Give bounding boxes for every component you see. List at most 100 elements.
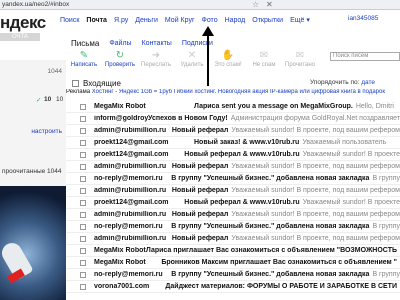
message-sender[interactable]: admin@rubimillion.ru [94,163,172,170]
tab-2[interactable]: Контакты [137,38,177,50]
message-sender[interactable]: no-reply@memori.ru [94,271,171,278]
message-row[interactable]: MegaMix Robot Бронников Максим приглашает… [66,257,400,269]
sort-value[interactable]: дате [361,79,375,86]
tab-0[interactable]: Письма [66,38,104,50]
nav-item[interactable]: Почта [86,17,107,24]
message-row[interactable]: proekt124@gmail.com Новый заказ! & www.v1… [66,137,400,149]
message-checkbox[interactable] [80,271,86,278]
menu-wrench-icon[interactable]: ✕ [266,0,273,9]
message-checkbox[interactable] [80,247,86,254]
bookmark-star-icon[interactable]: ☆ [252,0,259,9]
message-row[interactable]: proekt124@gmail.com Новый реферал & www.v… [66,149,400,161]
sort-control[interactable]: Упорядочить по: дате [310,79,375,86]
message-sender[interactable]: proekt124@gmail.com [94,151,184,158]
message-checkbox[interactable] [80,103,86,110]
nav-item[interactable]: Мой Круг [165,17,195,24]
message-row[interactable]: proekt124@gmail.com Новый реферал & www.v… [66,197,400,209]
message-row[interactable]: admin@rubimillion.ru Новый реферал Уважаем… [66,125,400,137]
message-checkbox[interactable] [80,163,86,170]
user-name[interactable]: ian345085 [348,15,378,22]
tab-1[interactable]: Файлы [104,38,136,50]
mail-search-input[interactable]: Поиск писем [330,52,400,61]
message-checkbox[interactable] [80,199,86,206]
message-sender[interactable]: proekt124@gmail.com [94,139,194,146]
message-sender[interactable]: MegaMix Robot [94,247,146,254]
message-subject[interactable]: Новый реферал & www.v10rub.ru [184,199,299,206]
toolbar-button-2[interactable]: ➜ Переслать [138,50,174,74]
message-sender[interactable]: vorona7001.com [94,283,165,290]
message-checkbox[interactable] [80,211,86,218]
message-subject[interactable]: Новый реферал [172,211,229,218]
toolbar-button-5[interactable]: ✉ Не спам [246,50,282,74]
message-subject[interactable]: Лариса приглашает Вас ознакомиться с объ… [146,247,397,254]
message-row[interactable]: inform@goldroyal.netУспехов в Новом Году… [66,113,400,125]
ad-banner[interactable]: Реклама Хостинг - Яндекс 1Gb = 1руб Гибк… [66,89,400,98]
select-all-checkbox[interactable] [72,80,79,87]
message-checkbox[interactable] [80,151,86,158]
toolbar-button-0[interactable]: ✎ Написать [66,50,102,74]
message-row[interactable]: MegaMix Robot Лариса sent you a message o… [66,101,400,113]
message-checkbox[interactable] [80,127,86,134]
message-subject[interactable]: В группу "Успешный бизнес." добавлена но… [171,175,369,182]
message-checkbox[interactable] [80,187,86,194]
nav-item[interactable]: Ещё ▾ [290,16,310,24]
message-row[interactable]: admin@rubimillion.ru Новый реферал Уважаем… [66,185,400,197]
message-sender[interactable]: proekt124@gmail.com [94,199,184,206]
message-checkbox[interactable] [80,115,86,122]
message-checkbox[interactable] [80,175,86,182]
message-sender[interactable]: inform@goldroyal.net [94,115,148,122]
message-sender[interactable]: no-reply@memori.ru [94,223,171,230]
ad-text[interactable]: Хостинг - Яндекс 1Gb = 1руб Гибкий хости… [92,89,385,95]
toolbar-button-4[interactable]: ✋ Это спам! [210,50,246,74]
message-subject[interactable]: Лариса sent you a message on MegaMixGrou… [194,103,353,110]
nav-item[interactable]: Я.ру [114,17,128,24]
sidebar-settings-link[interactable]: настроить [0,128,66,135]
message-checkbox[interactable] [80,223,86,230]
toolbar-label: Написать [70,62,98,68]
message-row[interactable]: no-reply@memori.ru В группу "Успешный биз… [66,269,400,281]
message-subject[interactable]: В группу "Успешный бизнес." добавлена но… [171,223,369,230]
nav-item[interactable]: Открытки [252,17,283,24]
message-checkbox[interactable] [80,283,86,290]
message-subject[interactable]: Успехов в Новом Году! [148,115,228,122]
nav-item[interactable]: Фото [202,17,218,24]
message-checkbox[interactable] [80,259,86,266]
message-row[interactable]: admin@rubimillion.ru Новый реферал Уважаем… [66,209,400,221]
message-sender[interactable]: MegaMix Robot [94,259,161,266]
message-subject[interactable]: Новый реферал [172,127,229,134]
message-preview: В группу [372,175,400,182]
toolbar-button-6[interactable]: ✉ Прочитано [282,50,318,74]
message-subject[interactable]: В группу "Успешный бизнес." добавлена но… [171,271,369,278]
message-row[interactable]: vorona7001.com Дайджест материалов: ФОРУМ… [66,281,400,293]
message-subject[interactable]: Новый заказ! & www.v10rub.ru [194,139,299,146]
message-subject[interactable]: Дайджест материалов: ФОРУМЫ О РАБОТЕ И З… [165,283,397,290]
message-sender[interactable]: admin@rubimillion.ru [94,127,172,134]
message-sender[interactable]: MegaMix Robot [94,103,194,110]
message-sender[interactable]: admin@rubimillion.ru [94,235,172,242]
message-subject[interactable]: Новый реферал [172,187,229,194]
message-preview: Уважаемый пользователь [302,139,387,146]
message-sender[interactable]: admin@rubimillion.ru [94,211,172,218]
toolbar-button-1[interactable]: ↻ Проверить [102,50,138,74]
message-row[interactable]: admin@rubimillion.ru Новый реферал Уважаем… [66,233,400,245]
url-text[interactable]: yandex.ua/neo2/#inbox [0,1,69,8]
browser-address-bar[interactable]: yandex.ua/neo2/#inbox ☆ ✕ [0,0,400,10]
message-sender[interactable]: admin@rubimillion.ru [94,187,172,194]
yandex-logo[interactable]: ндекс ОЧТА [0,14,48,41]
message-row[interactable]: no-reply@memori.ru В группу "Успешный биз… [66,221,400,233]
message-checkbox[interactable] [80,235,86,242]
message-row[interactable]: MegaMix Robot Лариса приглашает Вас ознак… [66,245,400,257]
message-subject[interactable]: Новый реферал [172,163,229,170]
message-subject[interactable]: Новый реферал & www.v10rub.ru [184,151,299,158]
message-subject[interactable]: Бронников Максим приглашает Вас ознакоми… [161,259,397,266]
message-row[interactable]: no-reply@memori.ru В группу "Успешный биз… [66,173,400,185]
message-subject[interactable]: Новый реферал [172,235,229,242]
inbox-header[interactable]: Входящие [72,79,121,88]
nav-item[interactable]: Поиск [60,17,79,24]
message-checkbox[interactable] [80,139,86,146]
nav-item[interactable]: Деньги [135,17,158,24]
sidebar-unread-label[interactable]: проочитанные 1044 [0,168,66,175]
nav-item[interactable]: Народ [225,17,246,24]
message-row[interactable]: admin@rubimillion.ru Новый реферал Уважаем… [66,161,400,173]
message-sender[interactable]: no-reply@memori.ru [94,175,171,182]
